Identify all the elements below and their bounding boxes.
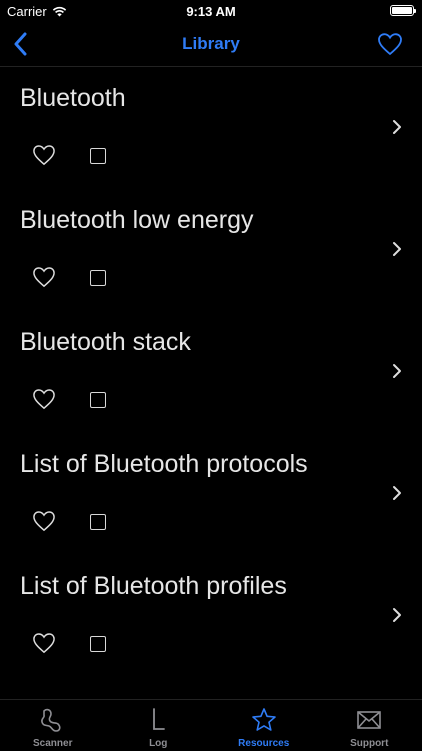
page-title: Library	[0, 34, 422, 54]
favorite-toggle[interactable]	[31, 509, 57, 533]
battery-icon	[390, 5, 414, 16]
favorites-button[interactable]	[376, 30, 404, 58]
list-item-title: Bluetooth	[20, 84, 126, 113]
log-icon	[144, 707, 172, 733]
list-item-title: List of Bluetooth protocols	[20, 450, 308, 479]
tab-label: Scanner	[33, 738, 72, 749]
list-item-title: Bluetooth low energy	[20, 206, 253, 235]
list-item[interactable]: List of Bluetooth profiles	[0, 555, 422, 677]
heart-icon	[32, 388, 56, 410]
list-item-title: List of Bluetooth profiles	[20, 572, 287, 601]
chevron-right-icon	[392, 119, 402, 135]
heart-icon	[32, 632, 56, 654]
envelope-icon	[355, 707, 383, 733]
tab-support[interactable]: Support	[317, 700, 422, 751]
tab-label: Log	[149, 738, 167, 749]
favorite-toggle[interactable]	[31, 387, 57, 411]
heart-icon	[32, 144, 56, 166]
library-list: Bluetooth Bluetooth low energy Bluetooth…	[0, 67, 422, 677]
status-time: 9:13 AM	[0, 4, 422, 19]
chevron-right-icon	[392, 485, 402, 501]
heart-icon	[377, 32, 403, 56]
tab-bar: Scanner Log Resources Support	[0, 699, 422, 751]
list-item[interactable]: Bluetooth stack	[0, 311, 422, 433]
status-bar: Carrier 9:13 AM	[0, 0, 422, 22]
favorite-toggle[interactable]	[31, 631, 57, 655]
star-icon	[250, 707, 278, 733]
heart-icon	[32, 510, 56, 532]
chevron-right-icon	[392, 241, 402, 257]
navigation-bar: Library	[0, 22, 422, 67]
checkbox[interactable]	[90, 270, 106, 286]
list-item[interactable]: Bluetooth low energy	[0, 189, 422, 311]
scanner-icon	[39, 707, 67, 733]
heart-icon	[32, 266, 56, 288]
list-item[interactable]: List of Bluetooth protocols	[0, 433, 422, 555]
tab-label: Support	[350, 738, 388, 749]
list-item[interactable]: Bluetooth	[0, 67, 422, 189]
tab-resources[interactable]: Resources	[211, 700, 317, 751]
list-item-title: Bluetooth stack	[20, 328, 191, 357]
tab-log[interactable]: Log	[106, 700, 212, 751]
chevron-right-icon	[392, 363, 402, 379]
checkbox[interactable]	[90, 636, 106, 652]
checkbox[interactable]	[90, 148, 106, 164]
chevron-right-icon	[392, 607, 402, 623]
tab-label: Resources	[238, 738, 289, 749]
checkbox[interactable]	[90, 514, 106, 530]
checkbox[interactable]	[90, 392, 106, 408]
favorite-toggle[interactable]	[31, 143, 57, 167]
tab-scanner[interactable]: Scanner	[0, 700, 106, 751]
favorite-toggle[interactable]	[31, 265, 57, 289]
